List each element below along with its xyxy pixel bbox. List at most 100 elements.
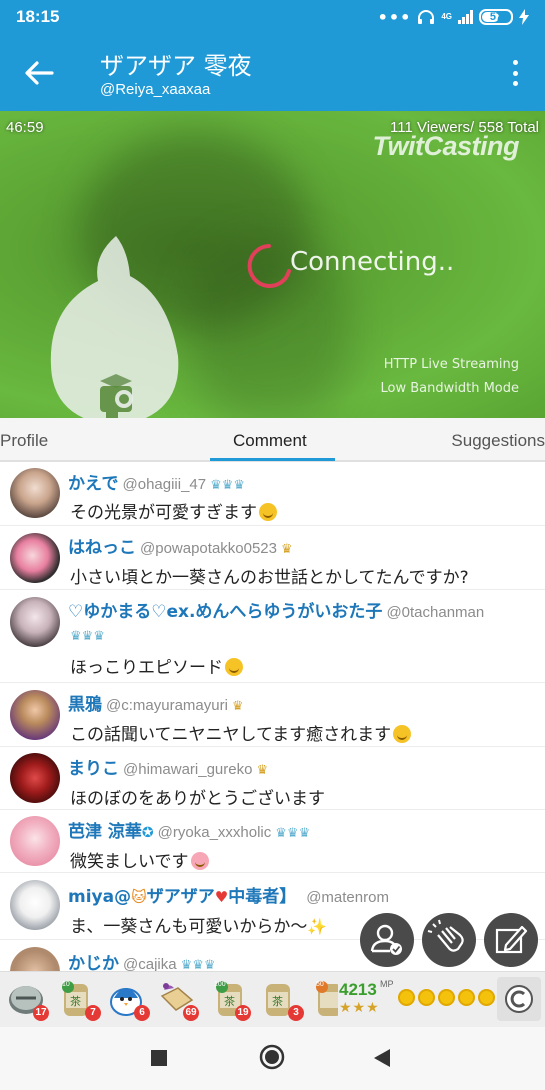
tab-comment[interactable]: Comment bbox=[233, 431, 307, 451]
avatar[interactable] bbox=[10, 753, 60, 803]
comment-text: この話聞いてニヤニヤしてます癒されます bbox=[70, 725, 392, 745]
comment-text: ほのぼのをありがとうございます bbox=[70, 789, 325, 809]
commenter-name-part: 中毒者】 bbox=[228, 887, 297, 907]
medal-icon: ♛♛♛ bbox=[210, 478, 246, 493]
status-time: 18:15 bbox=[16, 7, 60, 26]
twitcasting-logo: TwitCasting bbox=[372, 131, 520, 161]
commenter-id: @ryoka_xxxholic bbox=[157, 824, 272, 841]
system-nav-bar bbox=[0, 1027, 545, 1090]
heart-icon: ♥ bbox=[214, 888, 229, 906]
network-type: 4G bbox=[441, 12, 452, 21]
comment-text-row: その光景が可愛すぎます bbox=[70, 498, 277, 523]
comment-list[interactable]: かえで @ohagiii_47 ♛♛♛ その光景が可愛すぎます はねっこ @powap… bbox=[0, 463, 545, 971]
broadcaster-name: ザアザア 零夜 bbox=[100, 52, 252, 80]
applause-button[interactable] bbox=[422, 913, 476, 967]
gift-label: 茶 bbox=[70, 995, 81, 1008]
comment-item: かえで @ohagiii_47 ♛♛♛ その光景が可愛すぎます bbox=[0, 463, 545, 526]
commenter-name[interactable]: まりこ bbox=[68, 759, 119, 779]
comment-header: 黒鴉 @c:mayuramayuri ♛ bbox=[68, 690, 244, 715]
cat-emoji-icon: 🐱 bbox=[131, 888, 147, 906]
comment-text-row: 微笑ましいです bbox=[70, 847, 209, 872]
commenter-name[interactable]: はねっこ bbox=[68, 538, 136, 558]
gift-label: 茶 bbox=[224, 995, 235, 1008]
medal-row: ♛♛♛ bbox=[66, 625, 105, 644]
loading-spinner-icon bbox=[247, 244, 291, 288]
gift-count: 3 bbox=[288, 1005, 304, 1021]
home-icon[interactable] bbox=[259, 1044, 285, 1070]
coin-icon bbox=[418, 989, 435, 1006]
medal-icon: ♛♛♛ bbox=[275, 826, 311, 841]
comment-text-row: ま、一葵さんも可愛いからか〜✨ bbox=[70, 912, 327, 937]
user-check-icon bbox=[370, 924, 402, 955]
verified-badge-icon: ✪ bbox=[141, 825, 154, 841]
avatar[interactable] bbox=[10, 816, 60, 866]
screen: 18:15 ••• 4G 57 ザアザア 零夜 @Reiya_xaaxaa 46… bbox=[0, 0, 545, 1090]
write-comment-button[interactable] bbox=[484, 913, 538, 967]
gift-label: 50 bbox=[316, 981, 324, 988]
comment-header: かじか @cajika ♛♛♛ bbox=[68, 949, 216, 971]
comment-text-row: この話聞いてニヤニヤしてます癒されます bbox=[70, 720, 412, 745]
coin-c-icon bbox=[505, 985, 533, 1013]
status-icons: ••• 4G 57 bbox=[378, 8, 529, 27]
commenter-name[interactable]: ♡ゆかまる♡ex.めんへらゆうがいおた子 bbox=[68, 602, 382, 622]
coin-icon bbox=[458, 989, 475, 1006]
back-arrow-icon[interactable] bbox=[22, 56, 56, 90]
gift-count: 19 bbox=[235, 1005, 251, 1021]
gift-count: 7 bbox=[85, 1005, 101, 1021]
comment-text: 微笑ましいです bbox=[70, 852, 189, 872]
commenter-name[interactable]: miya@ bbox=[68, 887, 131, 907]
avatar[interactable] bbox=[10, 468, 60, 518]
notification-dots-icon: ••• bbox=[377, 7, 412, 27]
avatar[interactable] bbox=[10, 880, 60, 930]
comment-text: その光景が可愛すぎます bbox=[70, 503, 257, 523]
medal-icon: ♛♛♛ bbox=[180, 958, 216, 971]
mp-value: 4213 bbox=[339, 980, 377, 999]
video-player[interactable]: 46:59 111 Viewers/ 558 Total TwitCasting… bbox=[0, 111, 545, 418]
avatar[interactable] bbox=[10, 690, 60, 740]
gift-label: 10 bbox=[62, 981, 70, 988]
more-options-icon[interactable] bbox=[505, 58, 525, 88]
commenter-id: @c:mayuramayuri bbox=[106, 697, 228, 714]
gift-count: 69 bbox=[183, 1005, 199, 1021]
avatar[interactable] bbox=[10, 533, 60, 583]
edit-icon bbox=[495, 925, 528, 954]
coin-shop-button[interactable] bbox=[497, 977, 541, 1021]
comment-header: 芭津 涼華✪ @ryoka_xxxholic ♛♛♛ bbox=[68, 817, 310, 842]
coin-icon bbox=[438, 989, 455, 1006]
clapping-hands-icon bbox=[427, 919, 464, 952]
smile-emoji-icon bbox=[393, 725, 412, 743]
level-stars: ★★★ bbox=[339, 1000, 380, 1016]
medal-icon: ♛♛♛ bbox=[70, 629, 105, 644]
follow-user-button[interactable] bbox=[360, 913, 414, 967]
tab-suggestions[interactable]: Suggestions bbox=[451, 431, 545, 451]
comment-text: 小さい頃とか一葵さんのお世話とかしてたんですか? bbox=[70, 568, 469, 588]
comment-item: まりこ @himawari_gureko ♛ ほのぼのをありがとうございます bbox=[0, 748, 545, 810]
connection-status: Connecting.. bbox=[290, 247, 455, 277]
commenter-name[interactable]: 芭津 涼華 bbox=[68, 822, 142, 842]
commenter-id: @ohagiii_47 bbox=[122, 476, 207, 493]
active-tab-indicator bbox=[210, 458, 335, 461]
avatar[interactable] bbox=[10, 947, 60, 971]
battery-icon: 57 bbox=[479, 9, 513, 25]
gift-bar: 17 10 茶 7 6 69 100 茶 19 茶 3 50 4213 MP ★… bbox=[0, 971, 545, 1027]
tab-profile[interactable]: Profile bbox=[0, 431, 48, 451]
charging-icon bbox=[519, 9, 529, 25]
tea-50-gift-icon[interactable]: 50 bbox=[310, 978, 338, 1018]
app-bar: ザアザア 零夜 @Reiya_xaaxaa bbox=[0, 34, 545, 111]
commenter-name[interactable]: かえで bbox=[68, 474, 119, 494]
broadcaster-handle: @Reiya_xaaxaa bbox=[100, 81, 211, 98]
commenter-name[interactable]: かじか bbox=[68, 954, 119, 971]
commenter-name[interactable]: 黒鴉 bbox=[68, 695, 102, 715]
recent-apps-icon[interactable] bbox=[150, 1049, 168, 1067]
comment-item: 芭津 涼華✪ @ryoka_xxxholic ♛♛♛ 微笑ましいです bbox=[0, 811, 545, 873]
commenter-id: @cajika bbox=[123, 956, 177, 971]
medal-icon: ♛ bbox=[231, 699, 244, 714]
back-icon[interactable] bbox=[373, 1048, 391, 1068]
avatar[interactable] bbox=[10, 597, 60, 647]
comment-header: ♡ゆかまる♡ex.めんへらゆうがいおた子 @0tachanman bbox=[68, 597, 484, 622]
comment-text: ま、一葵さんも可愛いからか〜 bbox=[70, 917, 308, 937]
elapsed-time: 46:59 bbox=[6, 119, 44, 136]
headphones-icon bbox=[418, 10, 435, 24]
commenter-name-part: ザアザア bbox=[146, 887, 215, 907]
commenter-id: @0tachanman bbox=[386, 604, 485, 621]
